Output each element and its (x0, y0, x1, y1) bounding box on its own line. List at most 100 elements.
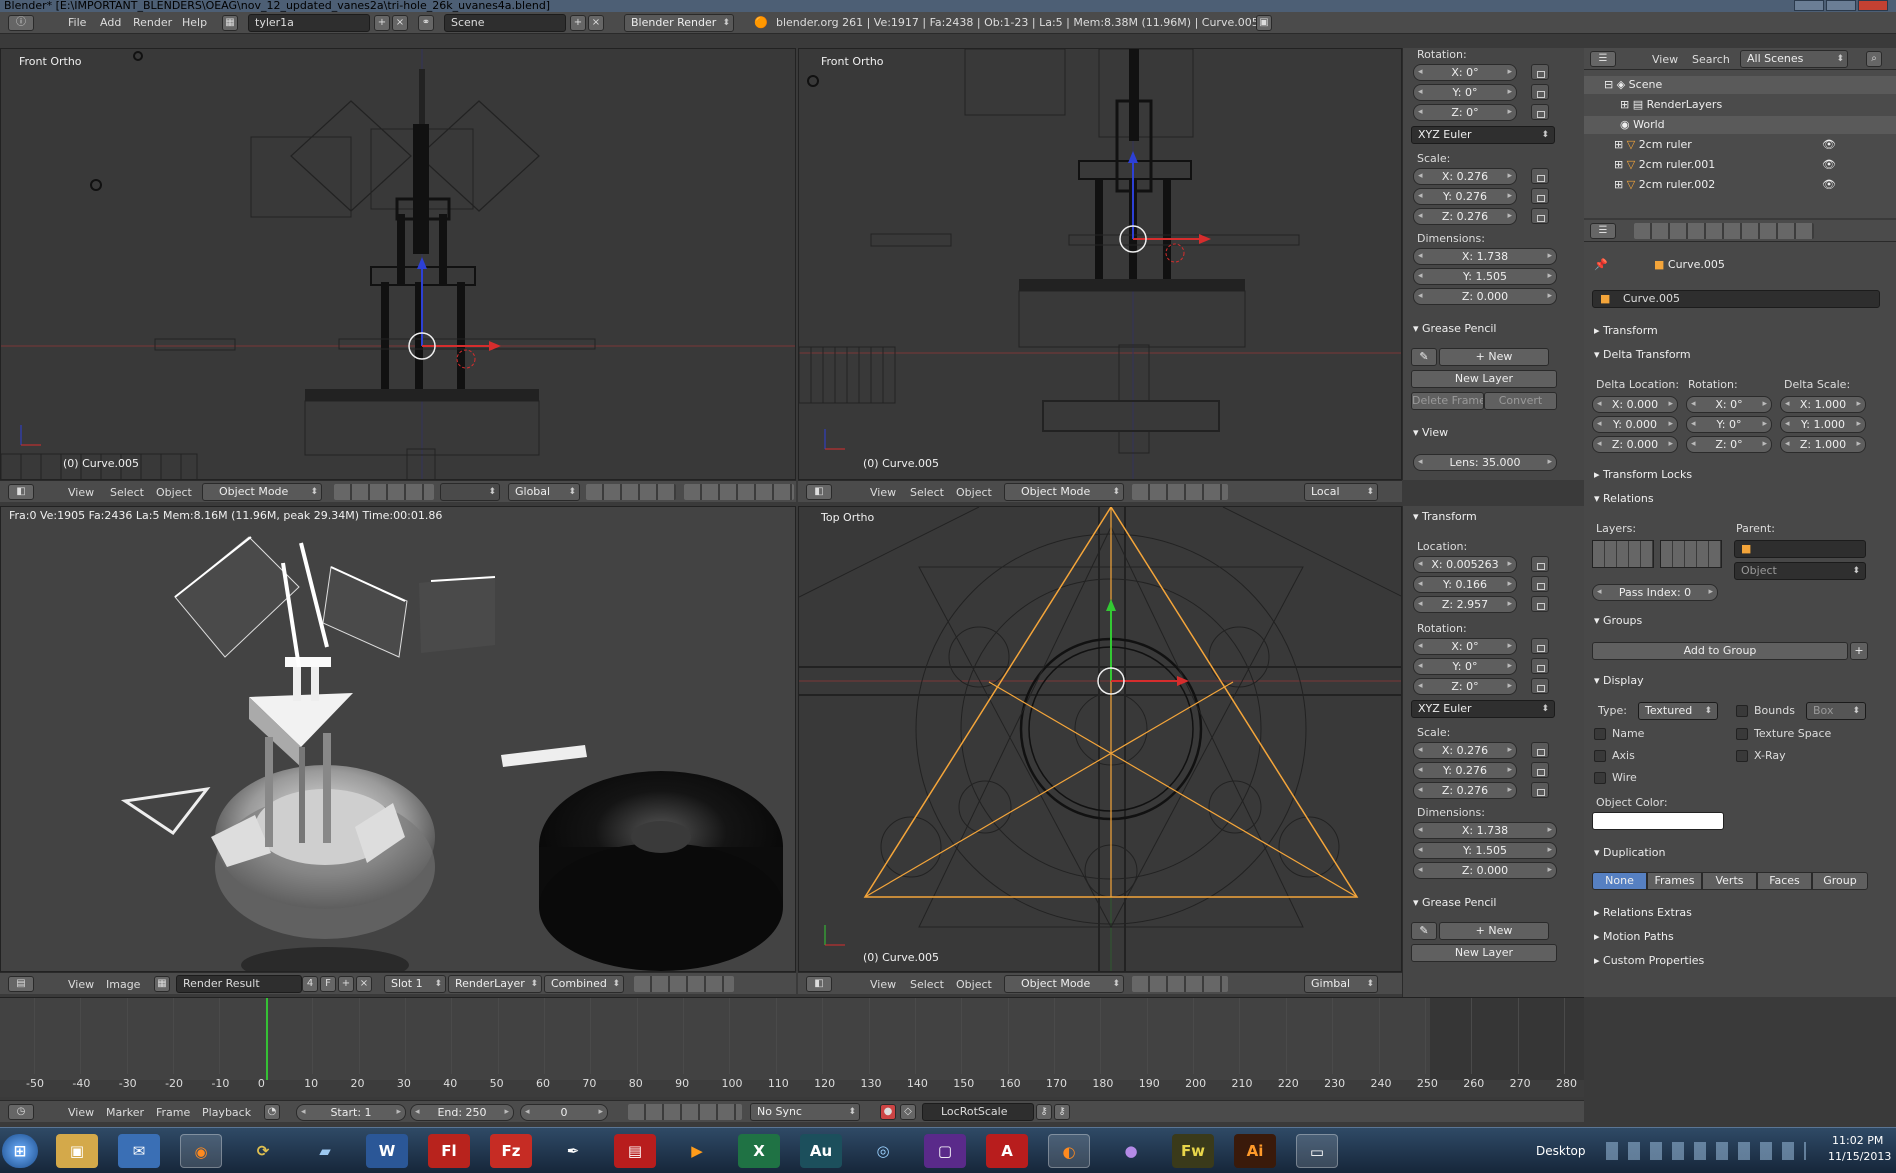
editor-type-icon[interactable]: ◧ (806, 976, 832, 992)
delta-scale-x-field[interactable]: X: 1.000 (1780, 396, 1866, 413)
parent-field[interactable]: ■ (1734, 540, 1866, 558)
axis-checkbox[interactable] (1594, 750, 1606, 762)
rotation-x-field[interactable]: X: 0° (1413, 64, 1517, 81)
delta-rotation-z-field[interactable]: Z: 0° (1686, 436, 1772, 453)
delta-scale-y-field[interactable]: Y: 1.000 (1780, 416, 1866, 433)
editor-type-icon[interactable]: ▤ (8, 976, 34, 992)
lock-icon[interactable] (1531, 782, 1549, 798)
pass-index-field[interactable]: Pass Index: 0 (1592, 584, 1718, 601)
record-icon[interactable]: ● (880, 1104, 896, 1120)
viewport-shading-icons[interactable] (1132, 976, 1228, 992)
current-frame-field[interactable]: 0 (520, 1104, 608, 1121)
location-y-field[interactable]: Y: 0.166 (1413, 576, 1517, 593)
lock-icon[interactable] (1531, 188, 1549, 204)
delta-location-x-field[interactable]: X: 0.000 (1592, 396, 1678, 413)
lock-icon[interactable] (1531, 658, 1549, 674)
rotation-z-field[interactable]: Z: 0° (1413, 104, 1517, 121)
image-name-field[interactable]: Render Result (176, 975, 302, 993)
outliner-item-scene[interactable]: ⊟ ◈ Scene (1584, 76, 1896, 94)
new-image-icon[interactable]: + (338, 976, 354, 992)
mode-dropdown[interactable]: Object Mode (1004, 483, 1124, 501)
menu-view[interactable]: View (68, 1106, 94, 1119)
lock-icon[interactable] (1531, 678, 1549, 694)
audition-taskbar-icon[interactable]: Au (800, 1134, 842, 1168)
start-frame-field[interactable]: Start: 1 (296, 1104, 406, 1121)
transform-panel-header[interactable]: ▸ Transform (1594, 324, 1658, 337)
pin-icon[interactable]: 📌 (1594, 258, 1608, 271)
lock-icon[interactable] (1531, 638, 1549, 654)
scale-z-field[interactable]: Z: 0.276 (1413, 208, 1517, 225)
lock-icon[interactable] (1531, 208, 1549, 224)
menu-help[interactable]: Help (182, 16, 207, 29)
menu-view[interactable]: View (870, 486, 896, 499)
delta-scale-z-field[interactable]: Z: 1.000 (1780, 436, 1866, 453)
menu-image[interactable]: Image (106, 978, 140, 991)
outliner-filter-dropdown[interactable]: All Scenes (1740, 50, 1848, 68)
scale-y-field[interactable]: Y: 0.276 (1413, 762, 1517, 779)
menu-marker[interactable]: Marker (106, 1106, 144, 1119)
dimensions-z-field[interactable]: Z: 0.000 (1413, 862, 1557, 879)
dup-tab-group[interactable]: Group (1812, 872, 1868, 890)
viewport-front-ortho-right[interactable]: Front Ortho (0) Curve.005 (798, 48, 1402, 480)
search-icon[interactable]: ⌕ (1866, 51, 1882, 67)
menu-view[interactable]: View (68, 978, 94, 991)
render-engine-dropdown[interactable]: Blender Render (624, 14, 734, 32)
menu-file[interactable]: File (68, 16, 86, 29)
scene-icon[interactable]: ⚭ (418, 15, 434, 31)
viewport-shading-icons[interactable] (1132, 484, 1228, 500)
excel-taskbar-icon[interactable]: X (738, 1134, 780, 1168)
viewport-shading-icons[interactable] (334, 484, 434, 500)
menu-search[interactable]: Search (1692, 53, 1730, 66)
lock-icon[interactable] (1531, 576, 1549, 592)
dup-tab-frames[interactable]: Frames (1647, 872, 1702, 890)
menu-view[interactable]: View (1652, 53, 1678, 66)
visibility-eye-icon[interactable]: 👁 (1822, 158, 1836, 171)
duplication-panel-header[interactable]: ▾ Duplication (1594, 846, 1665, 859)
viewport-front-ortho-left[interactable]: Front Ortho (0) Curve.005 (0, 48, 796, 480)
menu-frame[interactable]: Frame (156, 1106, 190, 1119)
outliner-item-2cm-ruler-001[interactable]: ⊞ ▽ 2cm ruler.001 (1584, 156, 1896, 174)
rotation-z-field[interactable]: Z: 0° (1413, 678, 1517, 695)
screen-layout-field[interactable]: tyler1a (248, 14, 370, 32)
editor-type-icon[interactable]: ☰ (1590, 223, 1616, 239)
editor-type-icon[interactable]: ⓘ (8, 15, 34, 31)
system-tray-icons[interactable] (1606, 1142, 1806, 1160)
remove-scene-icon[interactable]: × (588, 15, 604, 31)
menu-object[interactable]: Object (956, 486, 992, 499)
groups-panel-header[interactable]: ▾ Groups (1594, 614, 1642, 627)
image-editor-render-result[interactable]: Fra:0 Ve:1905 Fa:2436 La:5 Mem:8.16M (11… (0, 506, 796, 972)
dimensions-z-field[interactable]: Z: 0.000 (1413, 288, 1557, 305)
pencil-icon[interactable]: ✎ (1411, 922, 1437, 940)
delta-rotation-y-field[interactable]: Y: 0° (1686, 416, 1772, 433)
fake-user-button[interactable]: F (320, 976, 336, 992)
window-taskbar-icon[interactable]: ▭ (1296, 1134, 1338, 1168)
parent-type-dropdown[interactable]: Object (1734, 562, 1866, 580)
lock-icon[interactable] (1531, 84, 1549, 100)
clock-time[interactable]: 11:02 PM (1832, 1134, 1883, 1147)
transform-orientation-dropdown[interactable]: Local (1304, 483, 1378, 501)
add-screen-icon[interactable]: + (374, 15, 390, 31)
unlink-image-icon[interactable]: × (356, 976, 372, 992)
image-users-count[interactable]: 4 (302, 976, 318, 992)
image-browse-icon[interactable]: ▦ (154, 976, 170, 992)
word-taskbar-icon[interactable]: W (366, 1134, 408, 1168)
flash-taskbar-icon[interactable]: Fl (428, 1134, 470, 1168)
editor-type-icon[interactable]: ◧ (8, 484, 34, 500)
lock-icon[interactable] (1531, 596, 1549, 612)
insert-keyframe-icon[interactable]: ⚷ (1036, 1104, 1052, 1120)
transform-panel-header[interactable]: ▾ Transform (1413, 510, 1477, 523)
minimize-button[interactable] (1794, 0, 1824, 11)
browser-taskbar-icon[interactable]: ◎ (862, 1134, 904, 1168)
manipulator-toggle[interactable] (440, 483, 500, 501)
delta-location-y-field[interactable]: Y: 0.000 (1592, 416, 1678, 433)
delete-frame-button[interactable]: Delete Frame (1411, 392, 1484, 410)
visibility-eye-icon[interactable]: 👁 (1822, 138, 1836, 151)
rotation-mode-dropdown[interactable]: XYZ Euler (1411, 700, 1555, 718)
lock-icon[interactable] (1531, 556, 1549, 572)
scene-field[interactable]: Scene (444, 14, 566, 32)
keyframe-icon[interactable]: ◇ (900, 1104, 916, 1120)
render-layer-dropdown[interactable]: RenderLayer (448, 975, 542, 993)
view-panel-header[interactable]: ▾ View (1413, 426, 1448, 439)
close-window-button[interactable] (1858, 0, 1888, 11)
menu-object[interactable]: Object (956, 978, 992, 991)
